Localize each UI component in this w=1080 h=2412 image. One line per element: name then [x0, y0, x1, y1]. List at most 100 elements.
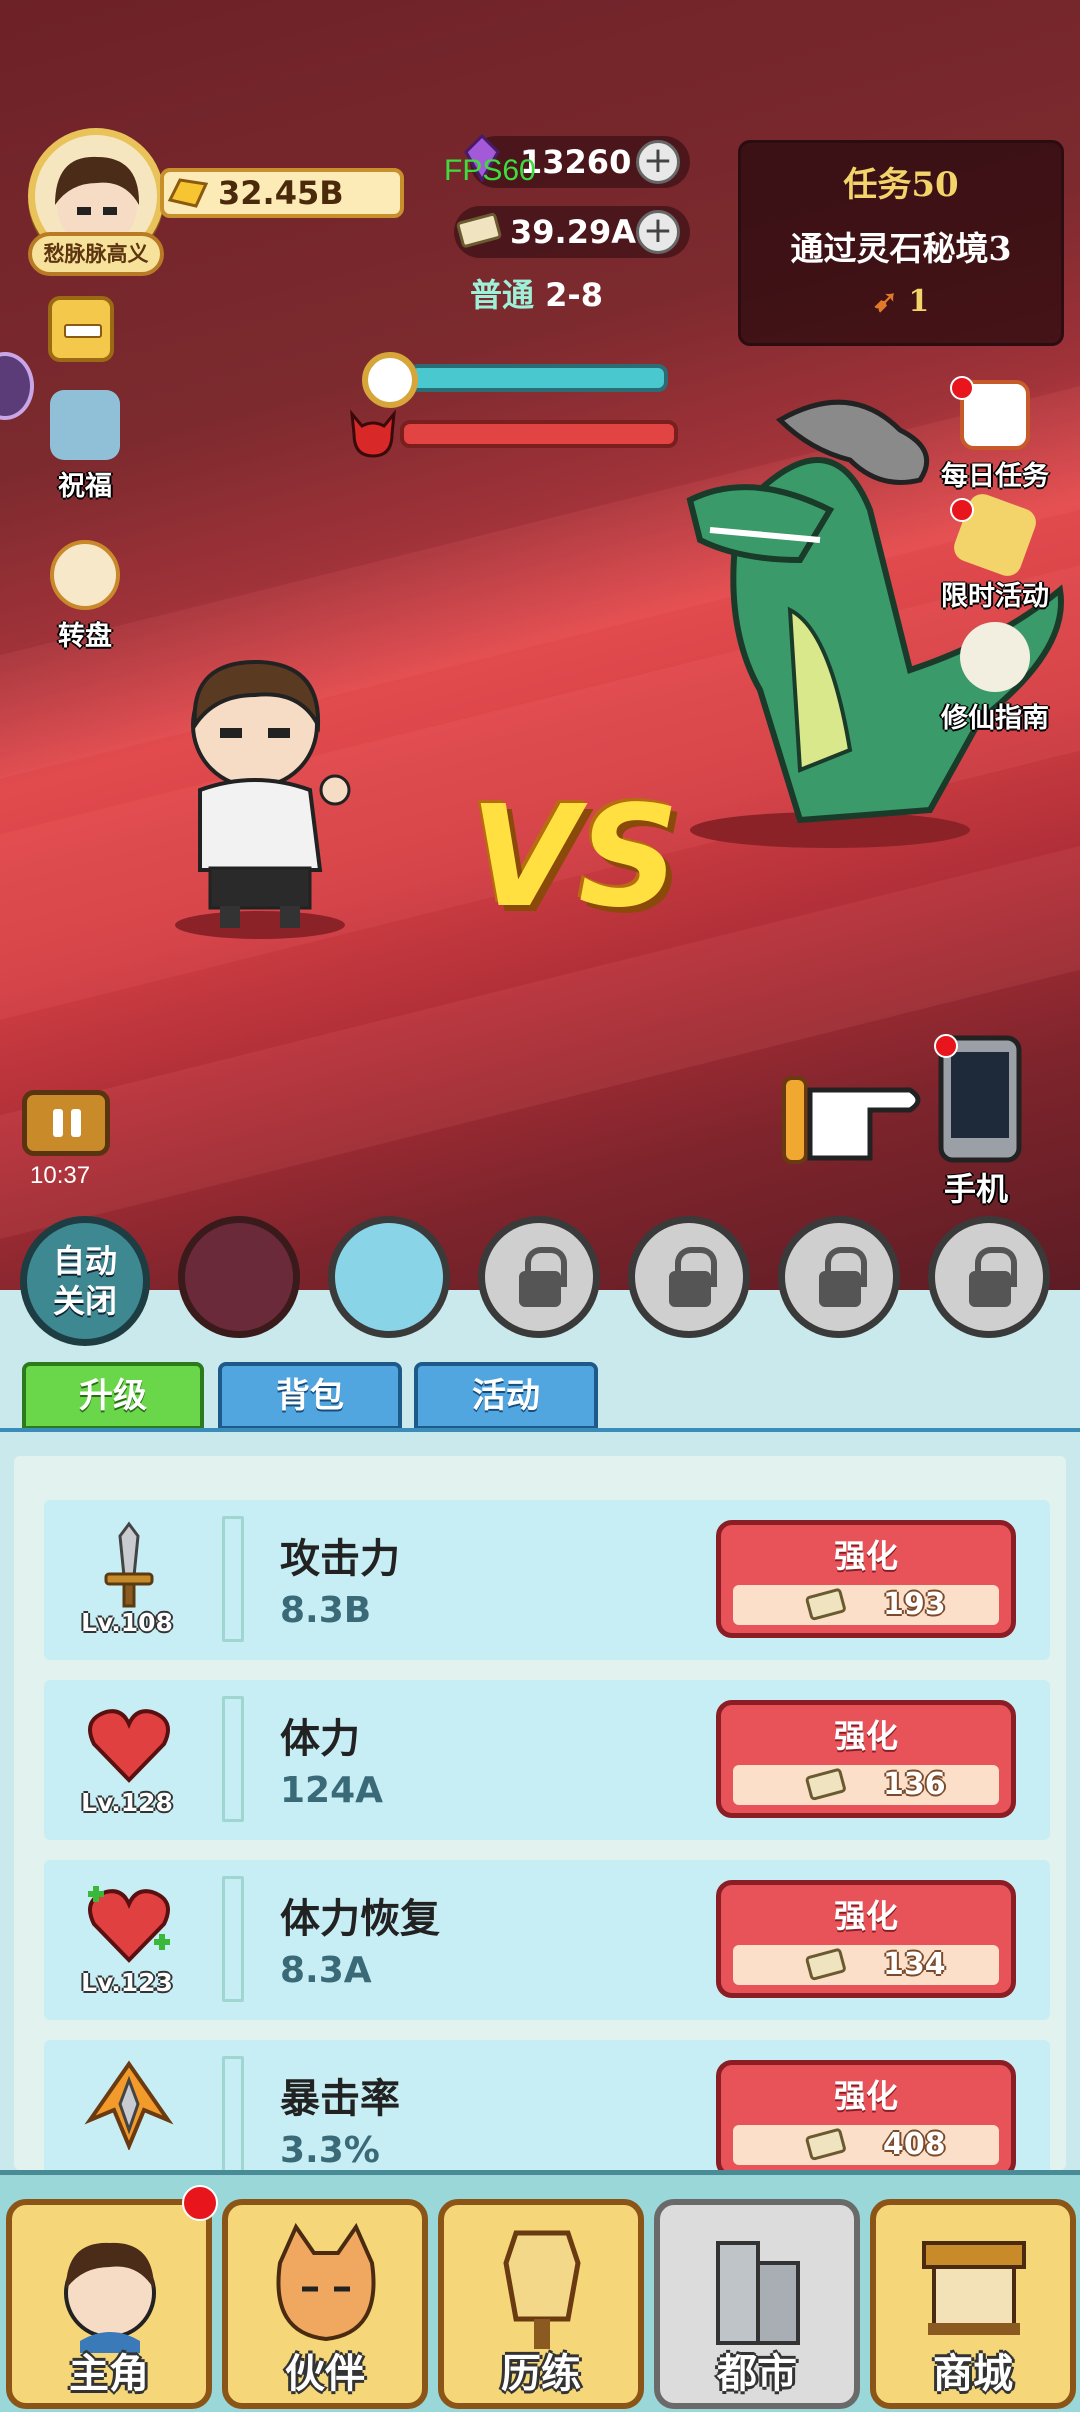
skill-slot-beast[interactable]: [178, 1216, 300, 1338]
enhance-button[interactable]: 强化 408: [716, 2060, 1016, 2170]
pause-button[interactable]: [22, 1090, 110, 1156]
token-icon: [503, 2230, 581, 2349]
quest-reward: ➹ 1: [741, 284, 1061, 319]
cat-icon: [276, 2223, 376, 2342]
wheel-button[interactable]: 转盘: [30, 540, 140, 653]
upgrade-name: 攻击力: [280, 1535, 400, 1582]
enhance-cost: 134: [733, 1945, 999, 1985]
vs-label: VS: [470, 776, 680, 939]
skill-slot-locked-lock-icon[interactable]: [478, 1216, 600, 1338]
cash-icon: [456, 212, 502, 248]
cash-icon: [805, 1948, 846, 1981]
upgrade-name: 体力: [280, 1715, 360, 1762]
phone-badge: [934, 1034, 958, 1058]
blessing-label: 祝福: [58, 471, 112, 502]
nav-protagonist[interactable]: 主角: [6, 2199, 212, 2409]
player-character: [175, 659, 351, 939]
row-divider: [222, 1876, 244, 2002]
enhance-button[interactable]: 强化 193: [716, 1520, 1016, 1638]
bottom-nav: 主角 伙伴 历练 都市 商城: [0, 2170, 1080, 2412]
cash-icon: [805, 2128, 846, 2161]
heart-plus-icon: [88, 1886, 170, 1963]
quest-panel[interactable]: 任务50 通过灵石秘境3 ➹ 1: [738, 140, 1064, 346]
reward-icon: ➹: [872, 284, 898, 319]
nav-label: 商城: [933, 2350, 1013, 2397]
list-item: Lv.108 攻击力 8.3B 强化 193: [44, 1500, 1050, 1660]
cash-value: 39.29A: [510, 213, 636, 251]
skill-slots: [0, 1216, 1080, 1346]
daily-task-button[interactable]: 每日任务: [930, 380, 1060, 493]
enhance-label: 强化: [833, 1537, 898, 1575]
upgrade-level: Lv.128: [81, 1788, 173, 1817]
limited-event-button[interactable]: 限时活动: [930, 490, 1060, 613]
stage-mode: 普通: [470, 276, 535, 314]
skill-slot-locked-lock-icon[interactable]: [928, 1216, 1050, 1338]
nav-label: 历练: [501, 2350, 581, 2397]
blessing-button[interactable]: 祝福: [30, 390, 140, 503]
daily-task-label: 每日任务: [941, 461, 1049, 492]
enhance-label: 强化: [833, 2077, 898, 2115]
upgrade-list: Lv.108 攻击力 8.3B 强化 193 Lv.128 体力 124A 强化…: [14, 1456, 1066, 2170]
sword-icon: [104, 1521, 154, 1608]
gold-ingot-icon: [167, 178, 209, 208]
row-divider: [222, 1516, 244, 1642]
quest-title: 任务50: [843, 165, 959, 205]
pointing-hand-icon: [782, 1076, 921, 1164]
tab-divider: [0, 1428, 1080, 1432]
enhance-cost: 193: [733, 1585, 999, 1625]
row-divider: [222, 1696, 244, 1822]
cash-icon: [805, 1768, 846, 1801]
guide-button[interactable]: 修仙指南: [930, 622, 1060, 735]
buildings-icon: [716, 2241, 800, 2345]
clock-time: 10:37: [30, 1162, 91, 1189]
gem-value: 13260: [520, 143, 632, 181]
row-divider: [222, 2056, 244, 2170]
nav-label: 伙伴: [285, 2350, 365, 2397]
upgrade-name: 体力恢复: [280, 1895, 440, 1942]
upgrade-value: 8.3B: [280, 1590, 372, 1631]
nav-shop[interactable]: 商城: [870, 2199, 1076, 2409]
player-name: 愁脉脉高义: [28, 232, 164, 276]
fps-counter: FPS60: [444, 154, 536, 187]
skill-slot-locked-lock-icon[interactable]: [778, 1216, 900, 1338]
list-item: Lv.128 体力 124A 强化 136: [44, 1680, 1050, 1840]
devil-icon: [350, 409, 396, 458]
enhance-label: 强化: [833, 1717, 898, 1755]
nav-training[interactable]: 历练: [438, 2199, 644, 2409]
upgrade-name: 暴击率: [280, 2075, 400, 2122]
guide-fairy-icon: [960, 622, 1030, 692]
enemy-hp-bar: [400, 420, 678, 448]
skill-slot-unicorn[interactable]: [328, 1216, 450, 1338]
wheel-label: 转盘: [58, 621, 112, 652]
nav-label: 主角: [69, 2350, 149, 2397]
add-cash-button[interactable]: +: [636, 210, 680, 254]
nav-protagonist-badge: [182, 2185, 218, 2221]
tab-activity[interactable]: 活动: [414, 1362, 598, 1430]
wheel-icon: [50, 540, 120, 610]
limited-event-label: 限时活动: [941, 581, 1049, 612]
collapse-button[interactable]: [48, 296, 114, 362]
nav-label: 都市: [717, 2350, 797, 2397]
phone-label: 手机: [944, 1170, 1009, 1208]
nav-city[interactable]: 都市: [654, 2199, 860, 2409]
gold-value: 32.45B: [218, 174, 344, 212]
quest-description: 通过灵石秘境3: [790, 229, 1012, 268]
upgrade-value: 3.3%: [280, 2130, 380, 2170]
battle-timer-bar: [408, 364, 668, 392]
list-item: 暴击率 3.3% 强化 408: [44, 2040, 1050, 2170]
nav-partner[interactable]: 伙伴: [222, 2199, 428, 2409]
enhance-button[interactable]: 强化 136: [716, 1700, 1016, 1818]
stage-indicator: 普通 2-8: [470, 270, 603, 316]
upgrade-value: 124A: [280, 1770, 384, 1811]
upgrade-value: 8.3A: [280, 1950, 372, 1991]
skill-slot-locked-lock-icon[interactable]: [628, 1216, 750, 1338]
enhance-label: 强化: [833, 1897, 898, 1935]
limited-event-badge: [950, 498, 974, 522]
tab-upgrade[interactable]: 升级: [22, 1362, 204, 1430]
tab-backpack[interactable]: 背包: [218, 1362, 402, 1430]
enhance-button[interactable]: 强化 134: [716, 1880, 1016, 1998]
blessing-icon: [50, 390, 120, 460]
shop-stall-icon: [922, 2241, 1026, 2335]
add-gems-button[interactable]: +: [636, 140, 680, 184]
daily-task-badge: [950, 376, 974, 400]
